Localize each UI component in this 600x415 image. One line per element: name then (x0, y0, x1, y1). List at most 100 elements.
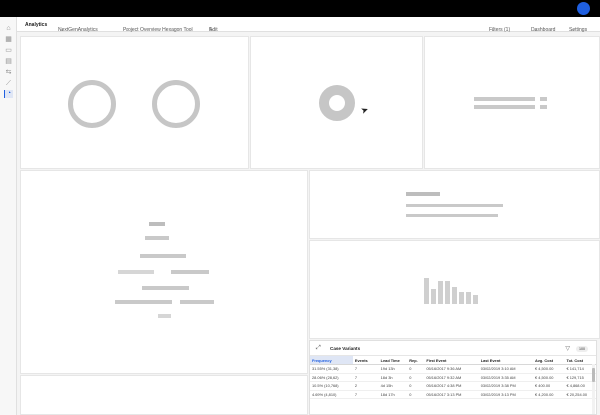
chevron-down-icon: ⌄ (491, 27, 496, 33)
table-icon[interactable]: ▤ (4, 58, 13, 66)
text-placeholder (406, 204, 503, 207)
table-cell: 4d 15h (378, 381, 408, 391)
table-cell: 03/02/2019 3:13 PM (478, 390, 534, 399)
bar-placeholder (540, 105, 547, 109)
table-cell: 03/02/2019 3:38 PM (478, 381, 534, 391)
table-cell: 18d 17h (378, 390, 408, 399)
chevron-down-icon: ⌄ (571, 27, 576, 33)
column-header[interactable]: Last Event (478, 356, 534, 365)
case-variants-table: Frequency Events Lead Time Rep. First Ev… (310, 356, 596, 399)
table-cell: 7 (352, 373, 379, 382)
donut-panel (250, 36, 423, 169)
avatar[interactable] (577, 2, 590, 15)
table-cell: € 4,500.00 (533, 364, 565, 374)
table-cell: 31.55% (31,38) (310, 364, 353, 374)
table-cell: 05/16/2017 9:36 AM (424, 364, 479, 374)
table-cell: 05/16/2017 9:32 AM (424, 373, 479, 382)
histogram-panel (309, 240, 600, 339)
text-placeholder (406, 214, 498, 217)
node-placeholder (145, 236, 169, 240)
table-cell: 4.69% (4,810) (310, 390, 353, 399)
bars-panel (424, 36, 600, 169)
table-cell: 05/16/2017 4:38 PM (424, 381, 479, 391)
case-variants-header: ⤢ Case Variants ▽ 100 (310, 341, 596, 356)
histogram-placeholder (424, 275, 480, 304)
project-label: Project Overview Hexagon Tool (123, 27, 193, 33)
ring-placeholder (152, 80, 200, 128)
filter-icon[interactable]: ▽ (565, 345, 570, 352)
table-cell: 0 (407, 364, 425, 374)
case-variants-title: Case Variants (330, 346, 361, 351)
table-cell: 7 (352, 390, 379, 399)
flow-icon[interactable]: ⇆ (4, 69, 13, 77)
analytics-icon[interactable]: ◔ (4, 90, 13, 98)
grid-icon[interactable]: ▦ (4, 36, 13, 44)
table-row[interactable]: 28.06% (28,62) 7 18d 3h 0 05/16/2017 9:3… (310, 373, 596, 382)
table-cell: 10.5% (10,768) (310, 381, 353, 391)
chart-icon[interactable]: ⟋ (4, 80, 13, 88)
sidebar: ⌂ ▦ ▭ ▤ ⇆ ⟋ ◔ (0, 17, 17, 415)
chevron-down-icon: ⌄ (125, 27, 130, 33)
column-header[interactable]: Rep. (407, 356, 425, 365)
column-placeholder (438, 281, 443, 304)
table-cell: 2 (352, 381, 379, 391)
column-placeholder (459, 292, 464, 304)
table-cell: 03/02/2019 3:35 AM (478, 373, 534, 382)
node-placeholder (149, 222, 165, 226)
process-map-panel (20, 170, 308, 374)
table-cell: € 400.00 (533, 381, 565, 391)
column-header[interactable]: Lead Time (378, 356, 408, 365)
top-bar (0, 0, 600, 17)
table-header-row: Frequency Events Lead Time Rep. First Ev… (310, 356, 596, 365)
node-placeholder (180, 300, 214, 304)
vertical-scrollbar[interactable] (592, 364, 595, 414)
column-placeholder (424, 278, 429, 304)
table-cell: 19d 13h (378, 364, 408, 374)
ring-placeholder (68, 80, 116, 128)
table-cell: € 4,500.00 (533, 373, 565, 382)
home-icon[interactable]: ⌂ (4, 25, 13, 33)
document-icon[interactable]: ▭ (4, 47, 13, 55)
column-header[interactable]: First Event (424, 356, 479, 365)
chevron-down-icon: ⌄ (533, 27, 538, 33)
toolbar: Analytics NextGenAnalytics ⌄ Project Over… (17, 17, 600, 33)
summary-panel (309, 170, 600, 239)
column-placeholder (466, 292, 471, 304)
column-placeholder (473, 295, 478, 304)
column-placeholder (431, 289, 436, 304)
node-placeholder (142, 286, 189, 290)
bar-placeholder (474, 105, 535, 109)
count-badge: 100 (576, 346, 588, 352)
table-cell: 18d 3h (378, 373, 408, 382)
kpi-rings-panel (20, 36, 249, 169)
column-header[interactable]: Events (352, 356, 379, 365)
chevron-down-icon: ⌄ (60, 27, 65, 33)
scrollbar-thumb[interactable] (592, 368, 595, 382)
table-cell: 0 (407, 381, 425, 391)
table-cell: 0 (407, 390, 425, 399)
column-placeholder (452, 287, 457, 304)
bar-placeholder (540, 97, 547, 101)
node-placeholder (115, 300, 172, 304)
bottom-panel (20, 375, 308, 415)
column-header[interactable]: Frequency (310, 356, 353, 365)
table-row[interactable]: 10.5% (10,768) 2 4d 15h 0 05/16/2017 4:3… (310, 381, 596, 391)
text-placeholder (406, 192, 440, 196)
node-placeholder (158, 314, 171, 318)
expand-icon[interactable]: ⤢ (316, 345, 321, 352)
node-placeholder (118, 270, 154, 274)
page-title: Analytics (25, 22, 48, 28)
donut-placeholder (319, 85, 355, 121)
table-cell: 0 (407, 373, 425, 382)
case-variants-panel: ⤢ Case Variants ▽ 100 Frequency Events L… (309, 340, 597, 415)
table-row[interactable]: 4.69% (4,810) 7 18d 17h 0 05/16/2017 3:1… (310, 390, 596, 399)
table-row[interactable]: 31.55% (31,38) 7 19d 13h 0 05/16/2017 9:… (310, 364, 596, 374)
table-cell: 28.06% (28,62) (310, 373, 353, 382)
pencil-icon: ✎ (209, 27, 214, 33)
node-placeholder (140, 254, 186, 258)
column-header[interactable]: Avg. Cost (533, 356, 565, 365)
table-cell: € 4,200.00 (533, 390, 565, 399)
bar-placeholder (474, 97, 535, 101)
node-placeholder (171, 270, 209, 274)
column-placeholder (445, 281, 450, 304)
